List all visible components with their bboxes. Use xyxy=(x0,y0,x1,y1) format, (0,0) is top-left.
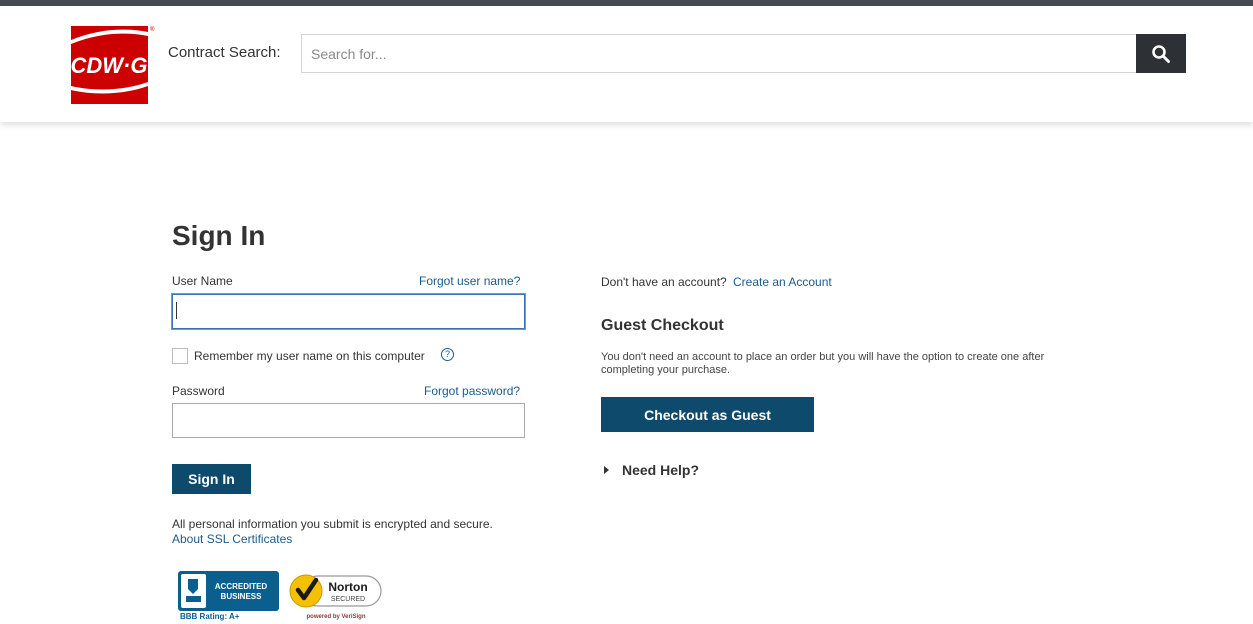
username-label: User Name xyxy=(172,274,233,288)
guest-checkout-description: You don't need an account to place an or… xyxy=(601,351,1045,376)
search-button[interactable] xyxy=(1136,34,1186,73)
cdwg-logo-mark: CDW·G xyxy=(71,29,148,94)
need-help-toggle[interactable]: Need Help? xyxy=(604,462,699,478)
norton-powered-text: powered by VeriSign xyxy=(306,614,365,620)
cdwg-logo[interactable]: CDW·G xyxy=(71,26,148,104)
guest-checkout-heading: Guest Checkout xyxy=(601,317,724,334)
remember-username-label: Remember my user name on this computer xyxy=(194,349,425,363)
sign-in-button[interactable]: Sign In xyxy=(172,464,251,494)
search-icon xyxy=(1152,45,1170,63)
forgot-password-link[interactable]: Forgot password? xyxy=(424,384,520,398)
need-help-label: Need Help? xyxy=(622,462,700,478)
logo-text: CDW·G xyxy=(71,53,147,78)
help-icon[interactable]: ? xyxy=(441,348,454,361)
text-cursor xyxy=(176,302,177,319)
password-label: Password xyxy=(172,384,225,398)
bbb-line-2: BUSINESS xyxy=(221,592,263,601)
create-account-link[interactable]: Create an Account xyxy=(733,275,832,289)
username-input[interactable] xyxy=(172,294,525,329)
bbb-accredited-badge[interactable]: ACCREDITED BUSINESS xyxy=(178,571,279,611)
forgot-username-link[interactable]: Forgot user name? xyxy=(419,274,520,288)
site-header: CDW·G ® Contract Search: xyxy=(0,6,1253,122)
remember-username-checkbox[interactable] xyxy=(172,348,188,364)
security-note: All personal information you submit is e… xyxy=(172,517,493,531)
password-input[interactable] xyxy=(172,403,525,438)
contract-search-input[interactable] xyxy=(301,34,1136,73)
bbb-line-1: ACCREDITED xyxy=(215,582,268,591)
ssl-certificates-link[interactable]: About SSL Certificates xyxy=(172,532,292,546)
norton-secured-text: SECURED xyxy=(331,596,365,603)
contract-search-label: Contract Search: xyxy=(168,44,281,61)
caret-right-icon xyxy=(604,466,609,474)
norton-secured-badge[interactable]: Norton SECURED powered by VeriSign xyxy=(289,570,383,620)
no-account-text: Don't have an account? xyxy=(601,275,727,289)
page-title: Sign In xyxy=(172,220,266,251)
registered-mark: ® xyxy=(150,27,155,33)
checkout-as-guest-button[interactable]: Checkout as Guest xyxy=(601,397,814,432)
norton-name: Norton xyxy=(328,580,367,594)
bbb-rating-text: BBB Rating: A+ xyxy=(180,612,240,621)
